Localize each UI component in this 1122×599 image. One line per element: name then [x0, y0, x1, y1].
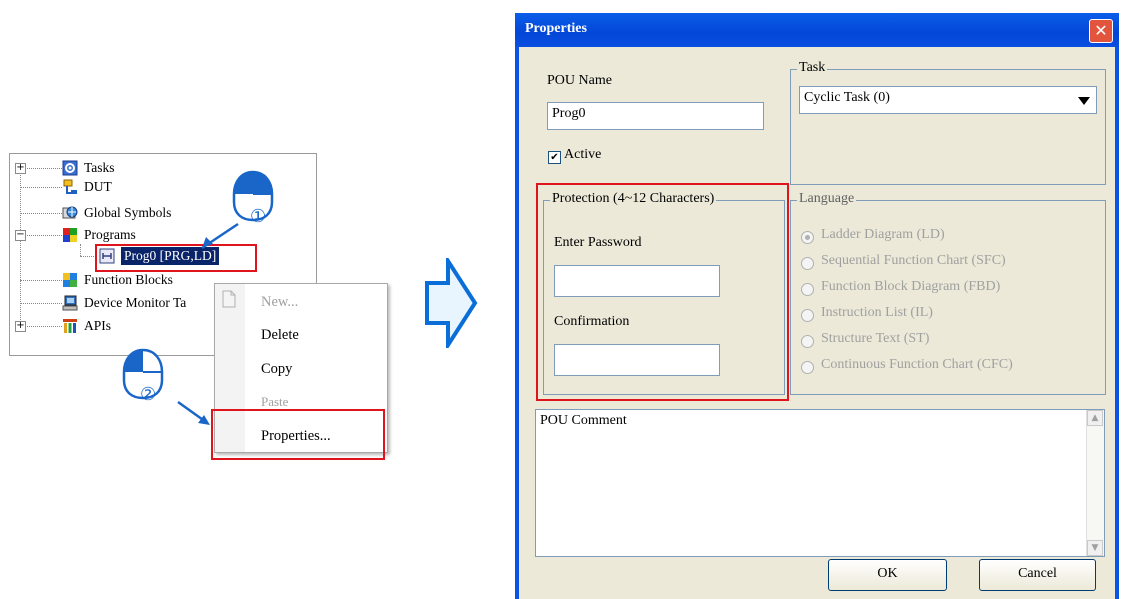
pou-comment-textarea[interactable]: POU Comment ▲ ▼ [535, 409, 1105, 557]
device-monitor-icon [62, 295, 78, 311]
step-1-arrow-icon [201, 222, 239, 250]
dialog-title: Properties [525, 21, 587, 36]
radio-function-block-diagram[interactable] [801, 283, 814, 296]
tree-item-label: Device Monitor Ta [84, 295, 187, 310]
protection-highlight-box [536, 183, 789, 401]
menu-item-paste[interactable]: Paste [261, 394, 288, 410]
expand-tasks-button[interactable]: + [15, 163, 26, 174]
active-label: Active [564, 147, 602, 162]
dut-icon [63, 179, 77, 194]
apis-icon [63, 319, 77, 333]
menu-item-delete[interactable]: Delete [261, 327, 299, 344]
global-symbols-icon [62, 206, 78, 219]
tree-connector [20, 213, 62, 214]
comment-scrollbar[interactable]: ▲ ▼ [1086, 410, 1104, 556]
step-2-arrow-icon [177, 400, 210, 425]
pou-comment-text: POU Comment [540, 413, 627, 428]
tree-connector [20, 187, 62, 188]
task-group: Task Cyclic Task (0) [790, 60, 1106, 185]
pou-name-field[interactable]: Prog0 [547, 102, 764, 130]
radio-label: Sequential Function Chart (SFC) [821, 253, 1006, 268]
cancel-button[interactable]: Cancel [979, 559, 1096, 591]
step-2-label: ② [140, 384, 157, 405]
pou-name-label: POU Name [547, 73, 612, 88]
radio-label: Continuous Function Chart (CFC) [821, 357, 1013, 372]
radio-ladder-diagram[interactable] [801, 231, 814, 244]
tree-connector [80, 256, 96, 257]
dialog-title-bar[interactable]: Properties ✕ [515, 13, 1119, 47]
tree-connector [24, 326, 62, 327]
tree-item-label: APIs [84, 318, 112, 333]
radio-label: Structure Text (ST) [821, 331, 930, 346]
radio-label: Instruction List (IL) [821, 305, 933, 320]
task-group-label: Task [797, 60, 828, 76]
properties-highlight-box [211, 409, 385, 460]
radio-label: Function Block Diagram (FBD) [821, 279, 1001, 294]
dialog-client-area: POU Name Prog0 ✔ Active Task Cyclic Task… [519, 47, 1115, 599]
radio-instruction-list[interactable] [801, 309, 814, 322]
tree-item-label: Global Symbols [84, 205, 172, 220]
radio-label: Ladder Diagram (LD) [821, 227, 945, 242]
step-1-label: ① [250, 206, 267, 227]
tree-connector [80, 244, 81, 256]
tree-item-label: Programs [84, 227, 136, 242]
tree-connector [20, 303, 62, 304]
properties-dialog: Properties ✕ POU Name Prog0 ✔ Active Tas… [515, 13, 1119, 599]
tree-item-label: Tasks [84, 160, 115, 175]
function-blocks-icon [63, 273, 77, 287]
language-group-label: Language [797, 191, 857, 207]
task-select[interactable]: Cyclic Task (0) [799, 86, 1097, 114]
expand-apis-button[interactable]: + [15, 321, 26, 332]
tree-item-label: DUT [84, 179, 112, 194]
tree-connector [24, 235, 62, 236]
close-button[interactable]: ✕ [1089, 19, 1113, 43]
chevron-down-icon [1078, 97, 1090, 105]
collapse-programs-button[interactable]: − [15, 230, 26, 241]
new-document-icon [222, 290, 236, 308]
next-step-arrow-icon [425, 258, 478, 348]
radio-sequential-function-chart[interactable] [801, 257, 814, 270]
tree-connector [24, 168, 62, 169]
tree-item-label: Function Blocks [84, 272, 173, 287]
tasks-icon [62, 160, 78, 176]
radio-structure-text[interactable] [801, 335, 814, 348]
active-checkbox[interactable]: ✔ [548, 151, 561, 164]
menu-item-new[interactable]: New... [261, 294, 298, 311]
scroll-down-icon[interactable]: ▼ [1087, 540, 1103, 556]
ok-button[interactable]: OK [828, 559, 947, 591]
task-select-value: Cyclic Task (0) [804, 90, 890, 105]
scroll-up-icon[interactable]: ▲ [1087, 410, 1103, 426]
tree-connector [20, 280, 62, 281]
menu-item-copy[interactable]: Copy [261, 361, 292, 378]
radio-continuous-function-chart[interactable] [801, 361, 814, 374]
language-group: Language Ladder Diagram (LD) Sequential … [790, 191, 1106, 395]
programs-icon [63, 228, 77, 242]
